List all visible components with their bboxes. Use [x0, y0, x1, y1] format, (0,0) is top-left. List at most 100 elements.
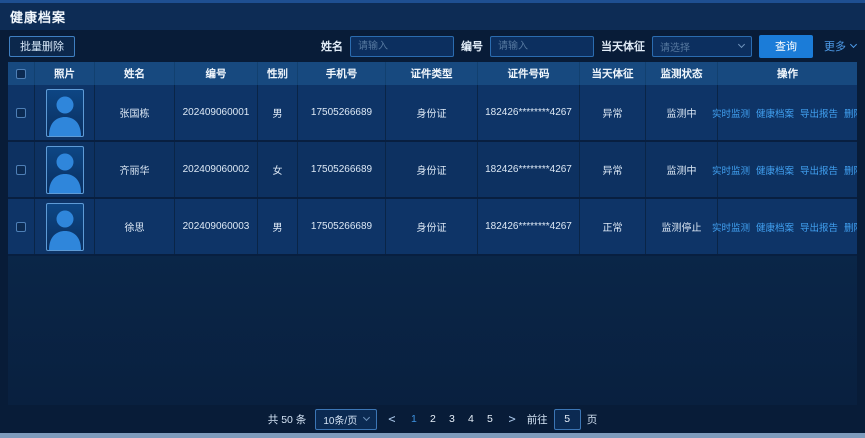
page-number-4[interactable]: 4 — [463, 413, 478, 425]
header-cell-code: 编号 — [175, 62, 258, 85]
batch-delete-button[interactable]: 批量删除 — [9, 36, 75, 57]
row-actions: 实时监测 健康档案 导出报告 删除 — [712, 163, 857, 177]
goto-page: 前往 页 — [527, 409, 598, 430]
page-size-select[interactable]: 10条/页 — [315, 409, 377, 430]
search-button[interactable]: 查询 — [759, 35, 813, 58]
goto-label: 前往 — [527, 412, 548, 427]
cell-vitals: 异常 — [580, 85, 646, 140]
profile-photo — [46, 146, 84, 194]
header-cell-phone: 手机号 — [298, 62, 386, 85]
header-cell-select — [8, 62, 35, 85]
person-silhouette-icon — [47, 204, 83, 250]
name-filter-input[interactable] — [350, 36, 454, 57]
profile-photo — [46, 89, 84, 137]
goto-page-input[interactable] — [554, 409, 581, 430]
delete-link[interactable]: 删除 — [844, 106, 857, 120]
delete-link[interactable]: 删除 — [844, 220, 857, 234]
next-page-button[interactable]: > — [506, 412, 517, 426]
table-empty-area — [8, 256, 857, 405]
cell-name: 张国栋 — [95, 85, 175, 140]
page-size-value: 10条/页 — [323, 412, 357, 427]
header-cell-id-type: 证件类型 — [386, 62, 478, 85]
profile-photo — [46, 203, 84, 251]
cell-gender: 男 — [258, 85, 298, 140]
export-report-link[interactable]: 导出报告 — [800, 220, 838, 234]
more-button[interactable]: 更多 — [824, 38, 856, 54]
cell-phone: 17505266689 — [298, 142, 386, 197]
delete-link[interactable]: 删除 — [844, 163, 857, 177]
header-cell-id-number: 证件号码 — [478, 62, 580, 85]
cell-status: 监测停止 — [646, 199, 718, 254]
chevron-down-icon — [738, 41, 745, 48]
page-number-5[interactable]: 5 — [482, 413, 497, 425]
vitals-filter-select-value: 请选择 — [660, 39, 690, 54]
health-records-page: 健康档案 批量删除 姓名 编号 当天体征 请选择 查询 更多 照片 姓名 编号 — [0, 0, 865, 438]
filter-bar: 姓名 编号 当天体征 请选择 查询 更多 — [321, 35, 856, 58]
page-numbers: 1 2 3 4 5 — [406, 413, 497, 425]
page-number-3[interactable]: 3 — [444, 413, 459, 425]
person-silhouette-icon — [47, 90, 83, 136]
cell-code: 202409060002 — [175, 142, 258, 197]
goto-suffix: 页 — [587, 412, 598, 427]
cell-id-type: 身份证 — [386, 85, 478, 140]
row-actions: 实时监测 健康档案 导出报告 删除 — [712, 106, 857, 120]
header-cell-gender: 性别 — [258, 62, 298, 85]
more-button-label: 更多 — [824, 38, 846, 54]
chevron-down-icon — [363, 414, 370, 421]
vitals-filter-label: 当天体征 — [601, 38, 645, 54]
records-table: 照片 姓名 编号 性别 手机号 证件类型 证件号码 当天体征 监测状态 操作 张… — [8, 62, 857, 405]
cell-phone: 17505266689 — [298, 85, 386, 140]
row-checkbox[interactable] — [16, 222, 26, 232]
titlebar: 健康档案 — [0, 0, 865, 30]
cell-code: 202409060001 — [175, 85, 258, 140]
table-header-row: 照片 姓名 编号 性别 手机号 证件类型 证件号码 当天体征 监测状态 操作 — [8, 62, 857, 85]
person-silhouette-icon — [47, 147, 83, 193]
export-report-link[interactable]: 导出报告 — [800, 106, 838, 120]
cell-name: 齐丽华 — [95, 142, 175, 197]
realtime-monitor-link[interactable]: 实时监测 — [712, 220, 750, 234]
cell-phone: 17505266689 — [298, 199, 386, 254]
chevron-down-icon — [850, 41, 857, 48]
realtime-monitor-link[interactable]: 实时监测 — [712, 163, 750, 177]
footer-bar — [0, 433, 865, 438]
health-record-link[interactable]: 健康档案 — [756, 163, 794, 177]
health-record-link[interactable]: 健康档案 — [756, 220, 794, 234]
select-all-checkbox[interactable] — [16, 69, 26, 79]
cell-name: 徐思 — [95, 199, 175, 254]
cell-code: 202409060003 — [175, 199, 258, 254]
header-cell-name: 姓名 — [95, 62, 175, 85]
table-row: 张国栋 202409060001 男 17505266689 身份证 18242… — [8, 85, 857, 142]
prev-page-button[interactable]: < — [386, 412, 397, 426]
table-row: 齐丽华 202409060002 女 17505266689 身份证 18242… — [8, 142, 857, 199]
cell-vitals: 正常 — [580, 199, 646, 254]
health-record-link[interactable]: 健康档案 — [756, 106, 794, 120]
cell-id-type: 身份证 — [386, 199, 478, 254]
row-checkbox[interactable] — [16, 165, 26, 175]
toolbar: 批量删除 姓名 编号 当天体征 请选择 查询 更多 — [0, 30, 865, 62]
cell-gender: 女 — [258, 142, 298, 197]
cell-gender: 男 — [258, 199, 298, 254]
cell-status: 监测中 — [646, 85, 718, 140]
vitals-filter-select[interactable]: 请选择 — [652, 36, 752, 57]
name-filter-label: 姓名 — [321, 38, 343, 54]
cell-id-number: 182426********4267 — [478, 199, 580, 254]
table-row: 徐思 202409060003 男 17505266689 身份证 182426… — [8, 199, 857, 256]
code-filter-label: 编号 — [461, 38, 483, 54]
cell-id-number: 182426********4267 — [478, 142, 580, 197]
header-cell-vitals: 当天体征 — [580, 62, 646, 85]
page-number-1[interactable]: 1 — [406, 413, 421, 425]
code-filter-input[interactable] — [490, 36, 594, 57]
realtime-monitor-link[interactable]: 实时监测 — [712, 106, 750, 120]
row-actions: 实时监测 健康档案 导出报告 删除 — [712, 220, 857, 234]
cell-id-type: 身份证 — [386, 142, 478, 197]
cell-vitals: 异常 — [580, 142, 646, 197]
header-cell-actions: 操作 — [718, 62, 857, 85]
pagination-bar: 共 50 条 10条/页 < 1 2 3 4 5 > 前往 页 — [0, 405, 865, 433]
export-report-link[interactable]: 导出报告 — [800, 163, 838, 177]
row-checkbox[interactable] — [16, 108, 26, 118]
header-cell-photo: 照片 — [35, 62, 95, 85]
page-number-2[interactable]: 2 — [425, 413, 440, 425]
cell-id-number: 182426********4267 — [478, 85, 580, 140]
cell-status: 监测中 — [646, 142, 718, 197]
total-count: 共 50 条 — [268, 412, 307, 427]
